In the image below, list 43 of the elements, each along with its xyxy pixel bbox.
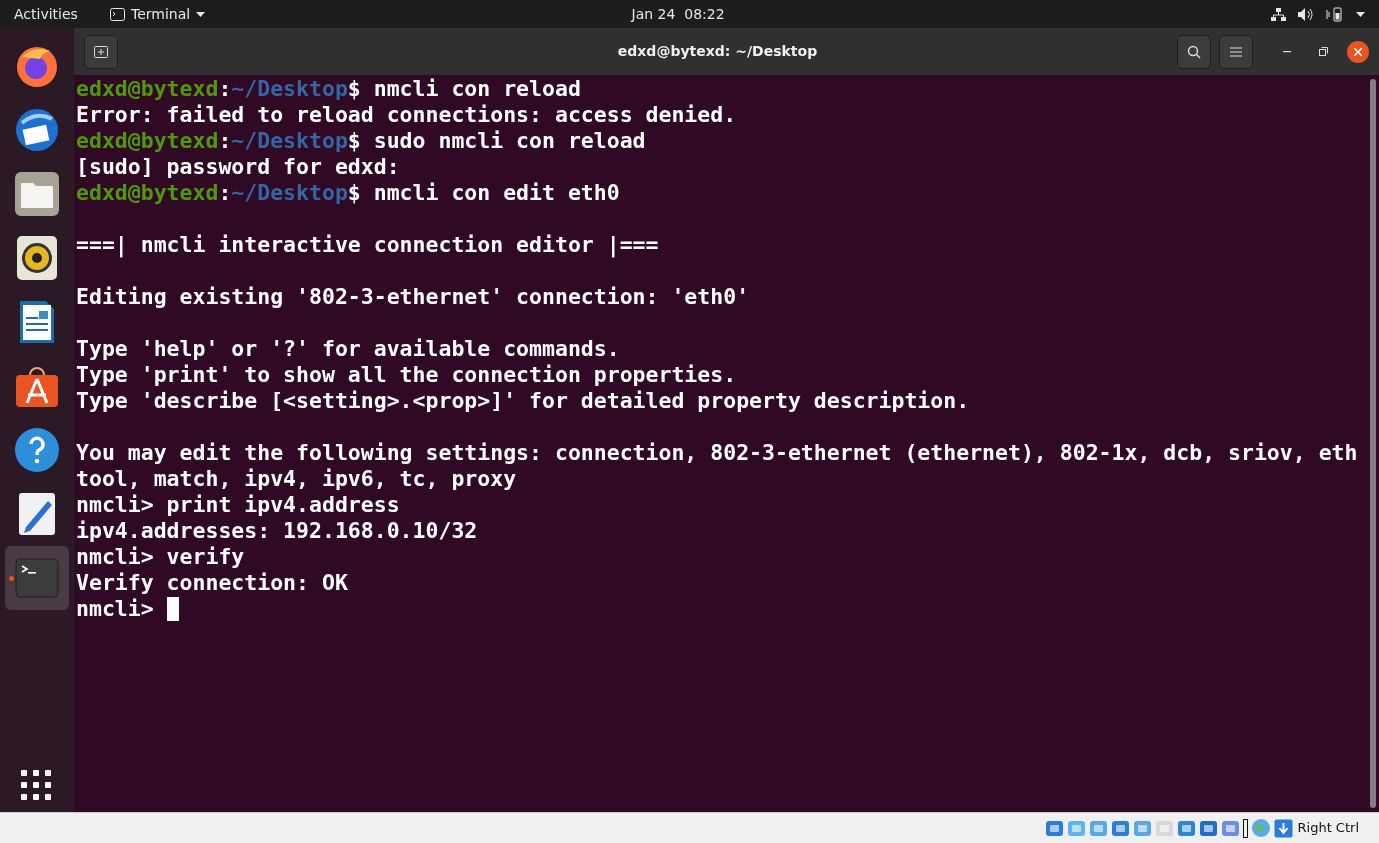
terminal-line: [sudo] password for edxd:	[76, 154, 401, 180]
terminal-icon	[110, 7, 125, 21]
app-grid-icon[interactable]	[21, 770, 53, 802]
close-button[interactable]	[1347, 40, 1369, 63]
plus-tab-icon	[94, 45, 108, 58]
menu-button[interactable]	[1219, 34, 1253, 69]
battery-icon[interactable]	[1326, 6, 1344, 22]
terminal-line: Verify connection: OK	[76, 570, 349, 596]
question-mark-icon	[14, 427, 60, 473]
volume-icon[interactable]	[1298, 7, 1314, 21]
terminal-line: nmcli> print ipv4.address	[76, 492, 401, 518]
terminal-line: Type 'describe [<setting>.<prop>]' for detailed property description.	[76, 388, 971, 414]
scrollbar[interactable]	[1370, 79, 1376, 808]
window-title: edxd@bytexd: ~/Desktop	[617, 42, 818, 61]
clock[interactable]: Jan 24 08:22	[631, 3, 725, 25]
terminal-line: tool, match, ipv4, ipv6, tc, proxy	[76, 466, 518, 492]
terminal-line: ipv4.addresses: 192.168.0.10/32	[76, 518, 479, 544]
caret-icon	[196, 11, 206, 17]
caret-icon[interactable]	[1356, 11, 1365, 17]
activities-button[interactable]: Activities	[14, 3, 104, 25]
terminal-line: nmcli>	[76, 596, 155, 622]
terminal-line: Type 'help' or '?' for available commands.	[76, 336, 621, 362]
terminal-line: edxd@bytexd:~/Desktop$ nmcli con edit eth0	[76, 180, 621, 206]
search-button[interactable]	[1177, 34, 1211, 69]
terminal-line: You may edit the following settings: connection, 802-3-ethernet (ethernet), 802-1x, dcb, sriov, eth	[76, 440, 1359, 466]
terminal-line: ===| nmcli interactive connection editor |===	[76, 232, 660, 258]
terminal-icon	[14, 555, 60, 601]
new-tab-button[interactable]	[84, 34, 118, 69]
terminal-line: Editing existing '802-3-ethernet' connection: 'eth0'	[76, 284, 751, 310]
app-menu[interactable]: Terminal	[110, 3, 206, 25]
terminal-line: edxd@bytexd:~/Desktop$ nmcli con reload	[76, 76, 582, 102]
minimize-icon	[1283, 50, 1291, 53]
terminal-line: Type 'print' to show all the connection properties.	[76, 362, 738, 388]
terminal-line: Error: failed to reload connections: access denied.	[76, 102, 738, 128]
text-cursor	[166, 597, 179, 621]
terminal-line: edxd@bytexd:~/Desktop$ sudo nmcli con reload	[76, 128, 647, 154]
close-icon	[1354, 47, 1362, 56]
restore-icon	[1318, 47, 1328, 56]
terminal-line: nmcli> verify	[76, 544, 246, 570]
menu-icon	[1230, 46, 1242, 57]
host-key-label: Right Ctrl	[1297, 819, 1359, 838]
search-icon	[1187, 44, 1201, 59]
bar-icon	[1242, 818, 1248, 838]
